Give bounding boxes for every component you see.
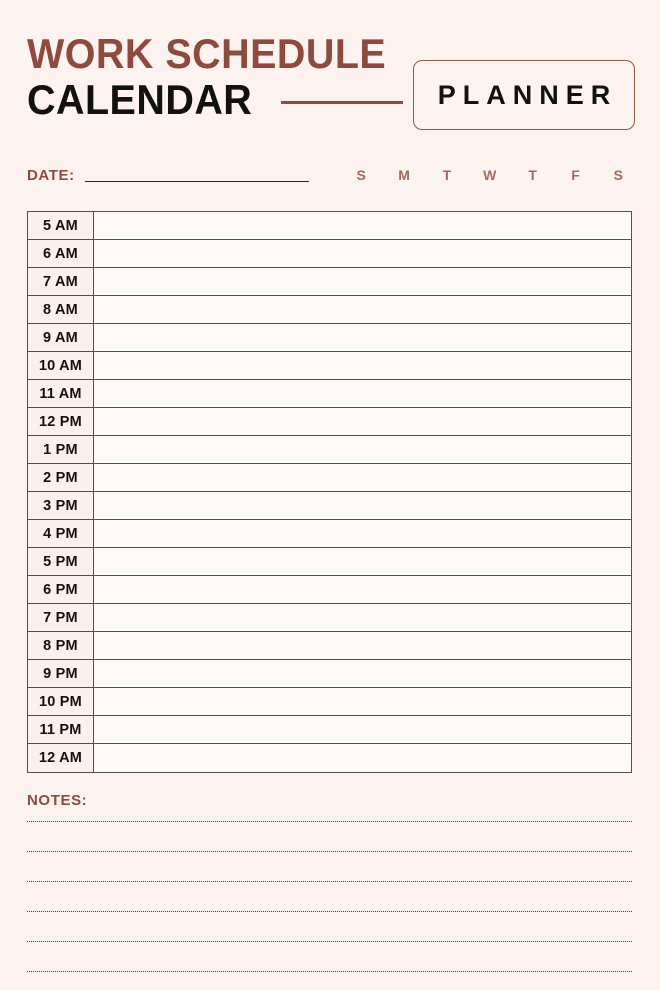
weekday-wednesday[interactable]: W bbox=[469, 168, 512, 182]
weekday-monday[interactable]: M bbox=[383, 168, 426, 182]
title-line-calendar: CALENDAR bbox=[27, 76, 253, 123]
notes-write-line[interactable] bbox=[27, 851, 632, 852]
schedule-row: 12 PM bbox=[28, 408, 631, 436]
time-label-cell: 11 PM bbox=[28, 716, 94, 743]
time-label-cell: 10 AM bbox=[28, 352, 94, 379]
schedule-row: 8 AM bbox=[28, 296, 631, 324]
time-label-cell: 7 PM bbox=[28, 604, 94, 631]
schedule-row: 7 PM bbox=[28, 604, 631, 632]
planner-badge-label: PLANNER bbox=[437, 79, 618, 110]
schedule-row: 5 PM bbox=[28, 548, 631, 576]
notes-write-line[interactable] bbox=[27, 971, 632, 972]
schedule-row: 6 PM bbox=[28, 576, 631, 604]
schedule-entry-cell[interactable] bbox=[94, 688, 631, 715]
notes-lines bbox=[27, 821, 632, 972]
date-label: DATE: bbox=[27, 167, 75, 184]
schedule-entry-cell[interactable] bbox=[94, 352, 631, 379]
time-label-cell: 5 PM bbox=[28, 548, 94, 575]
schedule-row: 10 PM bbox=[28, 688, 631, 716]
schedule-row: 6 AM bbox=[28, 240, 631, 268]
notes-write-line[interactable] bbox=[27, 941, 632, 942]
schedule-row: 7 AM bbox=[28, 268, 631, 296]
schedule-entry-cell[interactable] bbox=[94, 604, 631, 631]
time-label-cell: 5 AM bbox=[28, 212, 94, 239]
schedule-entry-cell[interactable] bbox=[94, 212, 631, 239]
time-label-cell: 6 AM bbox=[28, 240, 94, 267]
time-label-cell: 3 PM bbox=[28, 492, 94, 519]
time-label-cell: 9 AM bbox=[28, 324, 94, 351]
schedule-row: 3 PM bbox=[28, 492, 631, 520]
notes-write-line[interactable] bbox=[27, 911, 632, 912]
schedule-entry-cell[interactable] bbox=[94, 744, 631, 772]
schedule-entry-cell[interactable] bbox=[94, 296, 631, 323]
schedule-row: 5 AM bbox=[28, 212, 631, 240]
schedule-entry-cell[interactable] bbox=[94, 380, 631, 407]
schedule-entry-cell[interactable] bbox=[94, 632, 631, 659]
meta-row: DATE: S M T W T F S bbox=[0, 168, 660, 194]
time-label-cell: 7 AM bbox=[28, 268, 94, 295]
notes-write-line[interactable] bbox=[27, 881, 632, 882]
schedule-entry-cell[interactable] bbox=[94, 408, 631, 435]
title-line-calendar-row: CALENDAR bbox=[27, 79, 407, 121]
schedule-entry-cell[interactable] bbox=[94, 324, 631, 351]
time-label-cell: 2 PM bbox=[28, 464, 94, 491]
notes-write-line[interactable] bbox=[27, 821, 632, 822]
schedule-entry-cell[interactable] bbox=[94, 436, 631, 463]
schedule-entry-cell[interactable] bbox=[94, 548, 631, 575]
date-input-line[interactable] bbox=[84, 180, 309, 182]
schedule-row: 2 PM bbox=[28, 464, 631, 492]
schedule-entry-cell[interactable] bbox=[94, 240, 631, 267]
notes-label: NOTES: bbox=[27, 792, 88, 809]
schedule-row: 4 PM bbox=[28, 520, 631, 548]
schedule-entry-cell[interactable] bbox=[94, 576, 631, 603]
schedule-row: 9 AM bbox=[28, 324, 631, 352]
time-label-cell: 9 PM bbox=[28, 660, 94, 687]
schedule-entry-cell[interactable] bbox=[94, 660, 631, 687]
schedule-entry-cell[interactable] bbox=[94, 520, 631, 547]
schedule-entry-cell[interactable] bbox=[94, 464, 631, 491]
weekday-thursday[interactable]: T bbox=[511, 168, 554, 182]
schedule-entry-cell[interactable] bbox=[94, 492, 631, 519]
time-label-cell: 6 PM bbox=[28, 576, 94, 603]
weekday-friday[interactable]: F bbox=[554, 168, 597, 182]
time-label-cell: 12 PM bbox=[28, 408, 94, 435]
page-title: WORK SCHEDULE CALENDAR bbox=[27, 33, 407, 121]
weekday-tuesday[interactable]: T bbox=[426, 168, 469, 182]
schedule-row: 11 PM bbox=[28, 716, 631, 744]
notes-section: NOTES: bbox=[27, 793, 632, 972]
title-divider-rule bbox=[280, 100, 403, 104]
page-header: WORK SCHEDULE CALENDAR PLANNER bbox=[0, 0, 660, 150]
schedule-row: 8 PM bbox=[28, 632, 631, 660]
time-label-cell: 1 PM bbox=[28, 436, 94, 463]
title-line-work-schedule: WORK SCHEDULE bbox=[27, 30, 387, 77]
schedule-entry-cell[interactable] bbox=[94, 268, 631, 295]
schedule-row: 12 AM bbox=[28, 744, 631, 772]
schedule-entry-cell[interactable] bbox=[94, 716, 631, 743]
time-label-cell: 4 PM bbox=[28, 520, 94, 547]
time-label-cell: 8 PM bbox=[28, 632, 94, 659]
schedule-table: 5 AM 6 AM 7 AM 8 AM 9 AM 10 AM 11 AM 12 PM 1 PM 2… bbox=[27, 211, 632, 773]
planner-page: WORK SCHEDULE CALENDAR PLANNER DATE: S M… bbox=[0, 0, 660, 990]
planner-badge: PLANNER bbox=[413, 60, 635, 130]
schedule-row: 10 AM bbox=[28, 352, 631, 380]
time-label-cell: 8 AM bbox=[28, 296, 94, 323]
time-label-cell: 10 PM bbox=[28, 688, 94, 715]
schedule-row: 9 PM bbox=[28, 660, 631, 688]
time-label-cell: 12 AM bbox=[28, 744, 94, 772]
time-label-cell: 11 AM bbox=[28, 380, 94, 407]
weekday-sunday[interactable]: S bbox=[340, 168, 383, 182]
schedule-row: 11 AM bbox=[28, 380, 631, 408]
weekday-saturday[interactable]: S bbox=[597, 168, 640, 182]
weekday-letters: S M T W T F S bbox=[340, 168, 640, 182]
date-group: DATE: bbox=[27, 168, 309, 183]
schedule-row: 1 PM bbox=[28, 436, 631, 464]
